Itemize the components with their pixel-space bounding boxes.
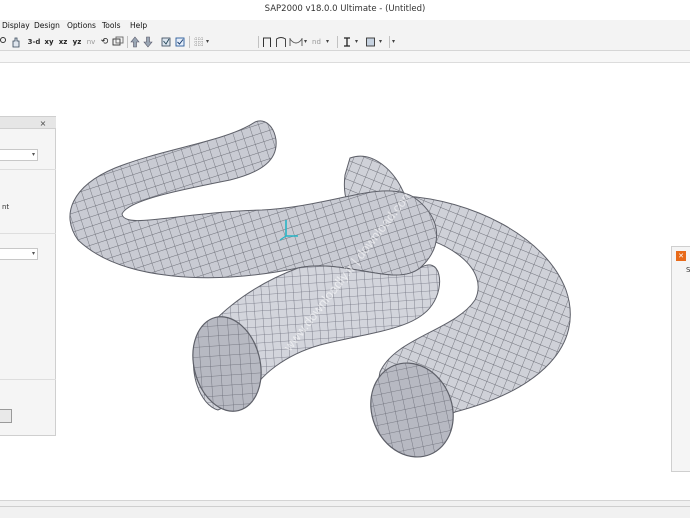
left-dock-panel: × ▾ nt ▾ bbox=[0, 116, 56, 436]
chevron-down-icon[interactable]: ▾ bbox=[304, 36, 307, 48]
draw-section-cut-icon[interactable] bbox=[342, 36, 352, 48]
chevron-down-icon[interactable]: ▾ bbox=[355, 36, 358, 48]
view-yz-button[interactable]: yz bbox=[72, 36, 82, 48]
chevron-down-icon[interactable]: ▾ bbox=[392, 36, 395, 48]
panel-dropdown-bottom[interactable]: ▾ bbox=[0, 248, 38, 260]
view-nv-button[interactable]: nv bbox=[86, 36, 96, 48]
menu-tools[interactable]: Tools bbox=[102, 21, 120, 30]
view-xz-button[interactable]: xz bbox=[58, 36, 68, 48]
tube-front-upper-loop bbox=[69, 120, 438, 279]
panel-partial-label: S bbox=[686, 266, 690, 274]
window-tab-strip bbox=[0, 51, 690, 63]
menu-options[interactable]: Options bbox=[67, 21, 96, 30]
toolbar-separator bbox=[258, 36, 259, 48]
divider bbox=[0, 379, 56, 380]
menu-bar: Display Design Options Tools Help bbox=[0, 20, 690, 33]
divider bbox=[0, 169, 56, 170]
close-icon[interactable]: ✕ bbox=[676, 251, 686, 261]
toolbar-separator bbox=[337, 36, 338, 48]
toolbar-separator bbox=[389, 36, 390, 48]
panel-header: × bbox=[0, 117, 56, 129]
window-title: SAP2000 v18.0.0 Ultimate - (Untitled) bbox=[264, 4, 426, 14]
title-bar: SAP2000 v18.0.0 Ultimate - (Untitled) bbox=[0, 0, 690, 20]
toolbar-separator bbox=[127, 36, 128, 48]
chevron-down-icon: ▾ bbox=[31, 250, 35, 257]
move-down-icon[interactable] bbox=[143, 36, 153, 48]
display-options-icon[interactable] bbox=[161, 36, 171, 48]
grid-icon[interactable] bbox=[193, 36, 204, 48]
perspective-icon[interactable] bbox=[112, 36, 124, 48]
draw-curved-frame-icon[interactable] bbox=[275, 36, 287, 48]
draw-frame-icon[interactable] bbox=[262, 36, 272, 48]
draw-cable-icon[interactable] bbox=[289, 36, 303, 48]
divider bbox=[0, 233, 56, 234]
panel-dropdown-top[interactable]: ▾ bbox=[0, 149, 38, 161]
right-dock-panel: ✕ S bbox=[671, 246, 690, 472]
chevron-down-icon[interactable]: ▾ bbox=[326, 36, 329, 48]
close-icon[interactable]: × bbox=[36, 119, 50, 128]
chevron-down-icon[interactable]: ▾ bbox=[206, 36, 209, 48]
pan-hand-icon[interactable] bbox=[10, 36, 22, 48]
draw-nd-button[interactable]: nd bbox=[311, 36, 322, 48]
zoom-icon[interactable] bbox=[0, 36, 6, 48]
rotate-icon[interactable]: ⟲ bbox=[100, 36, 109, 48]
panel-partial-label: nt bbox=[2, 203, 10, 211]
status-bar bbox=[0, 500, 690, 518]
menu-help[interactable]: Help bbox=[130, 21, 147, 30]
move-up-icon[interactable] bbox=[130, 36, 140, 48]
model-canvas[interactable]: www.downloadly.ir | download.com bbox=[0, 64, 690, 500]
menu-display[interactable]: Display bbox=[2, 21, 30, 30]
draw-area-icon[interactable] bbox=[365, 36, 376, 48]
chevron-down-icon[interactable]: ▾ bbox=[379, 36, 382, 48]
view-xy-button[interactable]: xy bbox=[44, 36, 54, 48]
chevron-down-icon: ▾ bbox=[31, 151, 35, 158]
panel-button[interactable] bbox=[0, 409, 12, 423]
select-box-icon[interactable] bbox=[175, 36, 186, 48]
status-field bbox=[0, 506, 690, 515]
main-toolbar: 3-d xy xz yz nv ⟲ ▾ ▾ nd ▾ ▾ ▾ ▾ bbox=[0, 33, 690, 51]
toolbar-separator bbox=[189, 36, 190, 48]
menu-design[interactable]: Design bbox=[34, 21, 60, 30]
view-3d-button[interactable]: 3-d bbox=[27, 36, 41, 48]
